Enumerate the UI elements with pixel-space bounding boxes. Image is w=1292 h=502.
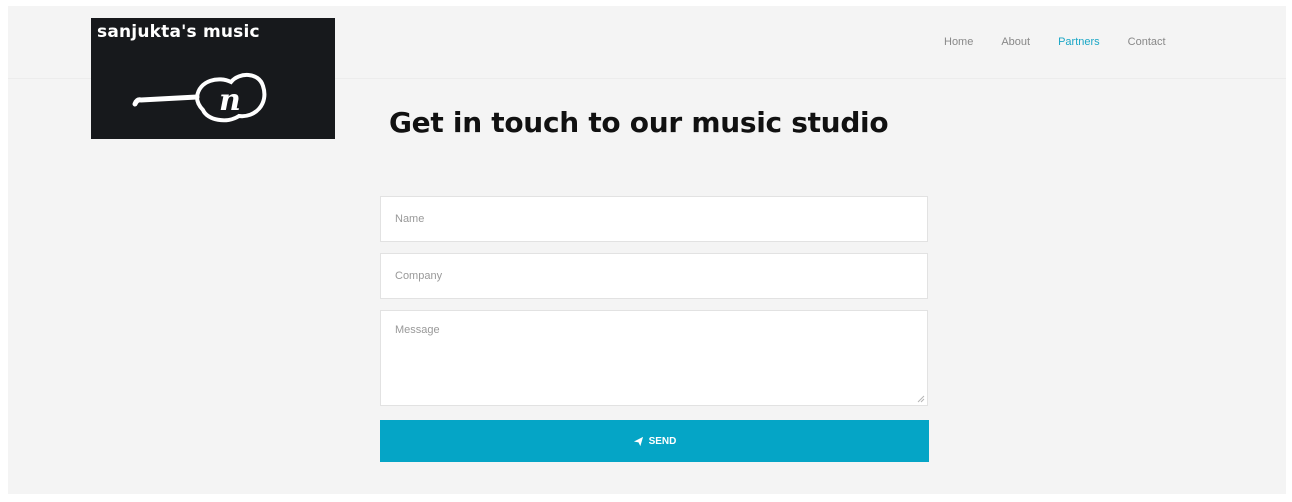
resize-grip-icon[interactable] <box>917 395 925 403</box>
logo[interactable]: sanjukta's music n <box>91 18 335 139</box>
nav-item-partners[interactable]: Partners <box>1058 36 1100 48</box>
company-placeholder: Company <box>395 270 443 282</box>
svg-text:n: n <box>219 83 241 118</box>
nav-item-home[interactable]: Home <box>944 36 973 48</box>
message-textarea[interactable]: Message <box>380 310 928 406</box>
top-nav: Home About Partners Contact <box>944 36 1194 48</box>
page-title: Get in touch to our music studio <box>389 106 889 139</box>
name-input[interactable]: Name <box>380 196 928 242</box>
logo-text: sanjukta's music <box>97 22 260 42</box>
send-label: SEND <box>648 435 677 447</box>
paper-plane-icon <box>633 436 643 446</box>
guitar-icon: n <box>132 73 267 123</box>
send-button[interactable]: SEND <box>380 420 929 462</box>
nav-item-about[interactable]: About <box>1001 36 1030 48</box>
message-placeholder: Message <box>395 324 440 336</box>
company-input[interactable]: Company <box>380 253 928 299</box>
name-placeholder: Name <box>395 213 425 225</box>
nav-item-contact[interactable]: Contact <box>1128 36 1166 48</box>
page: Home About Partners Contact sanjukta's m… <box>8 6 1286 494</box>
